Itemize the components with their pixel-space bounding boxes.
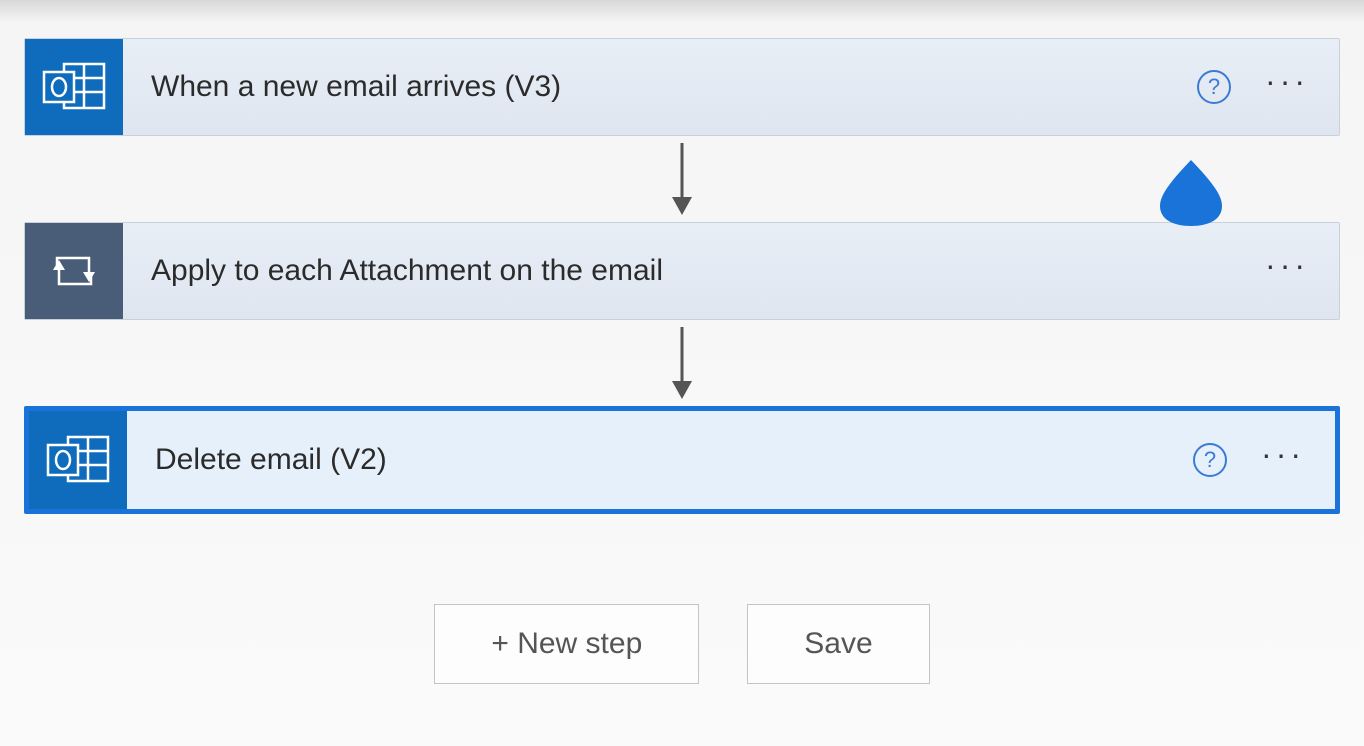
flow-step-apply-each[interactable]: Apply to each Attachment on the email ··… (24, 222, 1340, 320)
help-icon[interactable]: ? (1193, 443, 1227, 477)
step-actions: ? ··· (1193, 411, 1335, 509)
more-icon[interactable]: ··· (1265, 73, 1309, 101)
new-step-button[interactable]: + New step (434, 604, 699, 684)
outlook-icon (25, 39, 123, 135)
step-title: When a new email arrives (V3) (151, 70, 561, 104)
more-icon[interactable]: ··· (1261, 446, 1305, 474)
drop-indicator-icon[interactable] (1156, 156, 1226, 228)
flow-canvas: When a new email arrives (V3) ? ··· (0, 0, 1364, 684)
flow-arrow (24, 320, 1340, 406)
help-icon[interactable]: ? (1197, 70, 1231, 104)
flow-step-trigger[interactable]: When a new email arrives (V3) ? ··· (24, 38, 1340, 136)
more-icon[interactable]: ··· (1265, 257, 1309, 285)
save-button[interactable]: Save (747, 604, 929, 684)
action-buttons: + New step Save (434, 604, 929, 684)
step-title: Delete email (V2) (155, 443, 387, 477)
step-body: When a new email arrives (V3) (123, 39, 1197, 135)
step-actions: ··· (1265, 223, 1339, 319)
step-body: Delete email (V2) (127, 411, 1193, 509)
step-actions: ? ··· (1197, 39, 1339, 135)
loop-icon (25, 223, 123, 319)
step-body: Apply to each Attachment on the email (123, 223, 1265, 319)
outlook-icon (29, 411, 127, 509)
flow-step-delete-email[interactable]: Delete email (V2) ? ··· (24, 406, 1340, 514)
step-title: Apply to each Attachment on the email (151, 254, 663, 288)
flow-arrow (24, 136, 1340, 222)
